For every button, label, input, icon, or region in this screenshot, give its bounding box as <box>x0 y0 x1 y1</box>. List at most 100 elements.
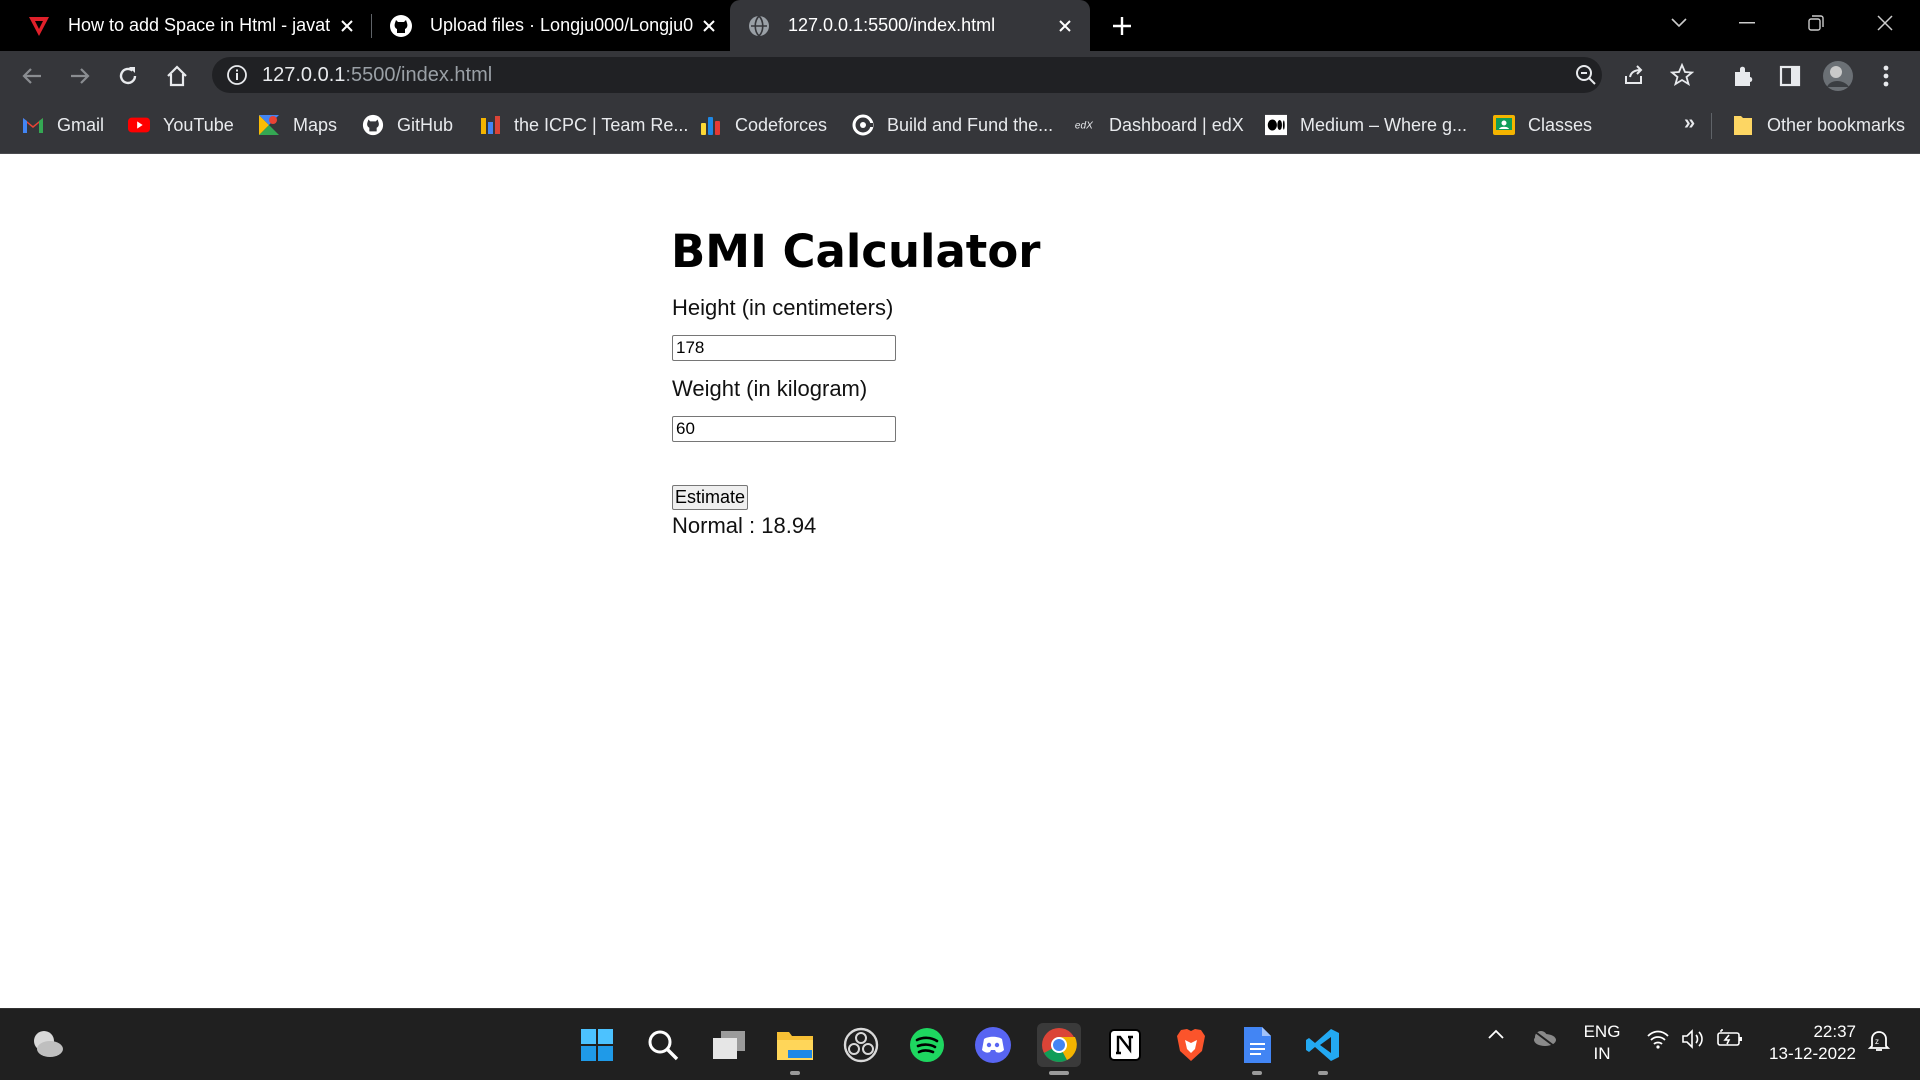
weather-icon[interactable] <box>26 1023 70 1067</box>
language-code: ENG <box>1583 1022 1621 1041</box>
reload-button[interactable] <box>111 59 145 93</box>
date: 13-12-2022 <box>1769 1044 1856 1063</box>
youtube-icon <box>128 114 150 136</box>
battery-icon[interactable] <box>1716 1029 1744 1047</box>
search-icon[interactable] <box>641 1023 685 1067</box>
address-bar[interactable]: 127.0.0.1:5500/index.html <box>212 57 1694 93</box>
running-indicator <box>1318 1071 1328 1075</box>
wifi-icon[interactable] <box>1645 1029 1671 1049</box>
profile-avatar[interactable] <box>1821 59 1855 93</box>
back-button[interactable] <box>15 59 49 93</box>
vscode-icon[interactable] <box>1301 1023 1345 1075</box>
bookmark-label: GitHub <box>397 114 454 135</box>
bookmark-edx[interactable]: edX Dashboard | edX <box>1074 112 1244 138</box>
notion-icon[interactable] <box>1103 1023 1147 1067</box>
javatpoint-icon <box>26 13 52 39</box>
weight-label: Weight (in kilogram) <box>672 376 868 401</box>
bookmark-label: Classes <box>1528 114 1593 135</box>
tab-strip: How to add Space in Html - javat Upload … <box>0 0 1920 51</box>
bookmark-label: Other bookmarks <box>1767 114 1906 135</box>
close-window-button[interactable] <box>1868 6 1902 40</box>
onedrive-icon[interactable] <box>1530 1029 1558 1047</box>
task-view-icon[interactable] <box>707 1023 751 1067</box>
maps-icon <box>258 114 280 136</box>
menu-icon[interactable] <box>1869 59 1903 93</box>
bookmark-maps[interactable]: Maps <box>258 112 337 138</box>
page-content: BMI Calculator Height (in centimeters) W… <box>0 155 1920 1008</box>
file-explorer-icon[interactable] <box>773 1023 817 1075</box>
url-path: :5500/index.html <box>345 64 493 86</box>
bmi-result: Normal : 18.94 <box>672 513 817 538</box>
discord-icon[interactable] <box>971 1023 1015 1067</box>
bookmark-icpc[interactable]: the ICPC | Team Re... <box>479 112 688 138</box>
start-button[interactable] <box>575 1023 619 1067</box>
codeforces-icon <box>700 114 722 136</box>
bookmark-youtube[interactable]: YouTube <box>128 112 234 138</box>
side-panel-icon[interactable] <box>1773 59 1807 93</box>
restore-button[interactable] <box>1799 6 1833 40</box>
forward-button[interactable] <box>63 59 97 93</box>
tab-search-icon[interactable] <box>1662 6 1696 40</box>
notifications-icon[interactable]: z <box>1866 1029 1892 1053</box>
close-tab-icon[interactable] <box>1054 15 1076 37</box>
tab-title: How to add Space in Html - javat <box>68 15 331 35</box>
tab-github-upload[interactable]: Upload files · Longju000/Longju0 <box>376 0 728 51</box>
tab-localhost[interactable]: 127.0.0.1:5500/index.html <box>730 0 1090 51</box>
close-tab-icon[interactable] <box>336 15 358 37</box>
github-icon <box>388 13 414 39</box>
bookmark-medium[interactable]: Medium – Where g... <box>1265 112 1467 138</box>
bookmark-classes[interactable]: Classes <box>1493 112 1592 138</box>
gitcoin-icon <box>852 114 874 136</box>
gmail-icon <box>22 114 44 136</box>
svg-text:edX: edX <box>1075 121 1094 132</box>
volume-icon[interactable] <box>1680 1029 1706 1049</box>
share-icon[interactable] <box>1621 62 1647 88</box>
classroom-icon <box>1493 114 1515 136</box>
running-indicator <box>1049 1071 1069 1075</box>
time: 22:37 <box>1813 1022 1856 1041</box>
tab-title: 127.0.0.1:5500/index.html <box>788 15 996 35</box>
svg-text:z: z <box>1875 1037 1879 1046</box>
info-icon[interactable] <box>226 64 248 86</box>
bookmark-github[interactable]: GitHub <box>362 112 453 138</box>
running-indicator <box>790 1071 800 1075</box>
url-text[interactable]: 127.0.0.1:5500/index.html <box>262 64 492 87</box>
bookmark-label: Build and Fund the... <box>887 114 1054 135</box>
docs-icon[interactable] <box>1235 1023 1279 1075</box>
bookmark-label: Dashboard | edX <box>1109 114 1244 135</box>
height-label: Height (in centimeters) <box>672 295 894 320</box>
bookmark-codeforces[interactable]: Codeforces <box>700 112 827 138</box>
clock[interactable]: 22:37 13-12-2022 <box>1762 1021 1856 1065</box>
bookmarks-overflow-button[interactable]: » <box>1684 112 1695 135</box>
bookmarks-bar: Gmail YouTube Maps GitHub the ICPC | Tea… <box>0 99 1920 154</box>
github-icon <box>362 114 384 136</box>
running-indicator <box>1252 1071 1262 1075</box>
medium-icon <box>1265 114 1287 136</box>
region-code: IN <box>1593 1044 1611 1063</box>
bookmark-label: Codeforces <box>735 114 828 135</box>
bookmark-gmail[interactable]: Gmail <box>22 112 104 138</box>
obs-icon[interactable] <box>839 1023 883 1067</box>
brave-icon[interactable] <box>1169 1023 1213 1067</box>
height-input[interactable] <box>672 335 896 361</box>
zoom-icon[interactable] <box>1573 62 1599 88</box>
bookmark-other[interactable]: Other bookmarks <box>1732 112 1905 138</box>
chrome-icon[interactable] <box>1037 1023 1081 1075</box>
home-button[interactable] <box>160 59 194 93</box>
browser-toolbar: 127.0.0.1:5500/index.html <box>0 51 1920 99</box>
tab-javatpoint[interactable]: How to add Space in Html - javat <box>14 0 366 51</box>
new-tab-button[interactable] <box>1108 12 1136 40</box>
minimize-button[interactable] <box>1730 6 1764 40</box>
spotify-icon[interactable] <box>905 1023 949 1067</box>
bookmark-gitcoin[interactable]: Build and Fund the... <box>852 112 1053 138</box>
show-hidden-icons-icon[interactable] <box>1487 1029 1505 1039</box>
weight-input[interactable] <box>672 416 896 442</box>
input-language[interactable]: ENG IN <box>1582 1021 1622 1065</box>
estimate-button[interactable]: Estimate <box>672 485 749 510</box>
close-tab-icon[interactable] <box>698 15 720 37</box>
tab-title: Upload files · Longju000/Longju0 <box>430 15 694 35</box>
extensions-icon[interactable] <box>1726 59 1760 93</box>
bookmark-star-icon[interactable] <box>1669 62 1695 88</box>
taskbar: ENG IN 22:37 13-12-2022 z <box>0 1008 1920 1080</box>
bookmark-label: YouTube <box>163 114 234 135</box>
